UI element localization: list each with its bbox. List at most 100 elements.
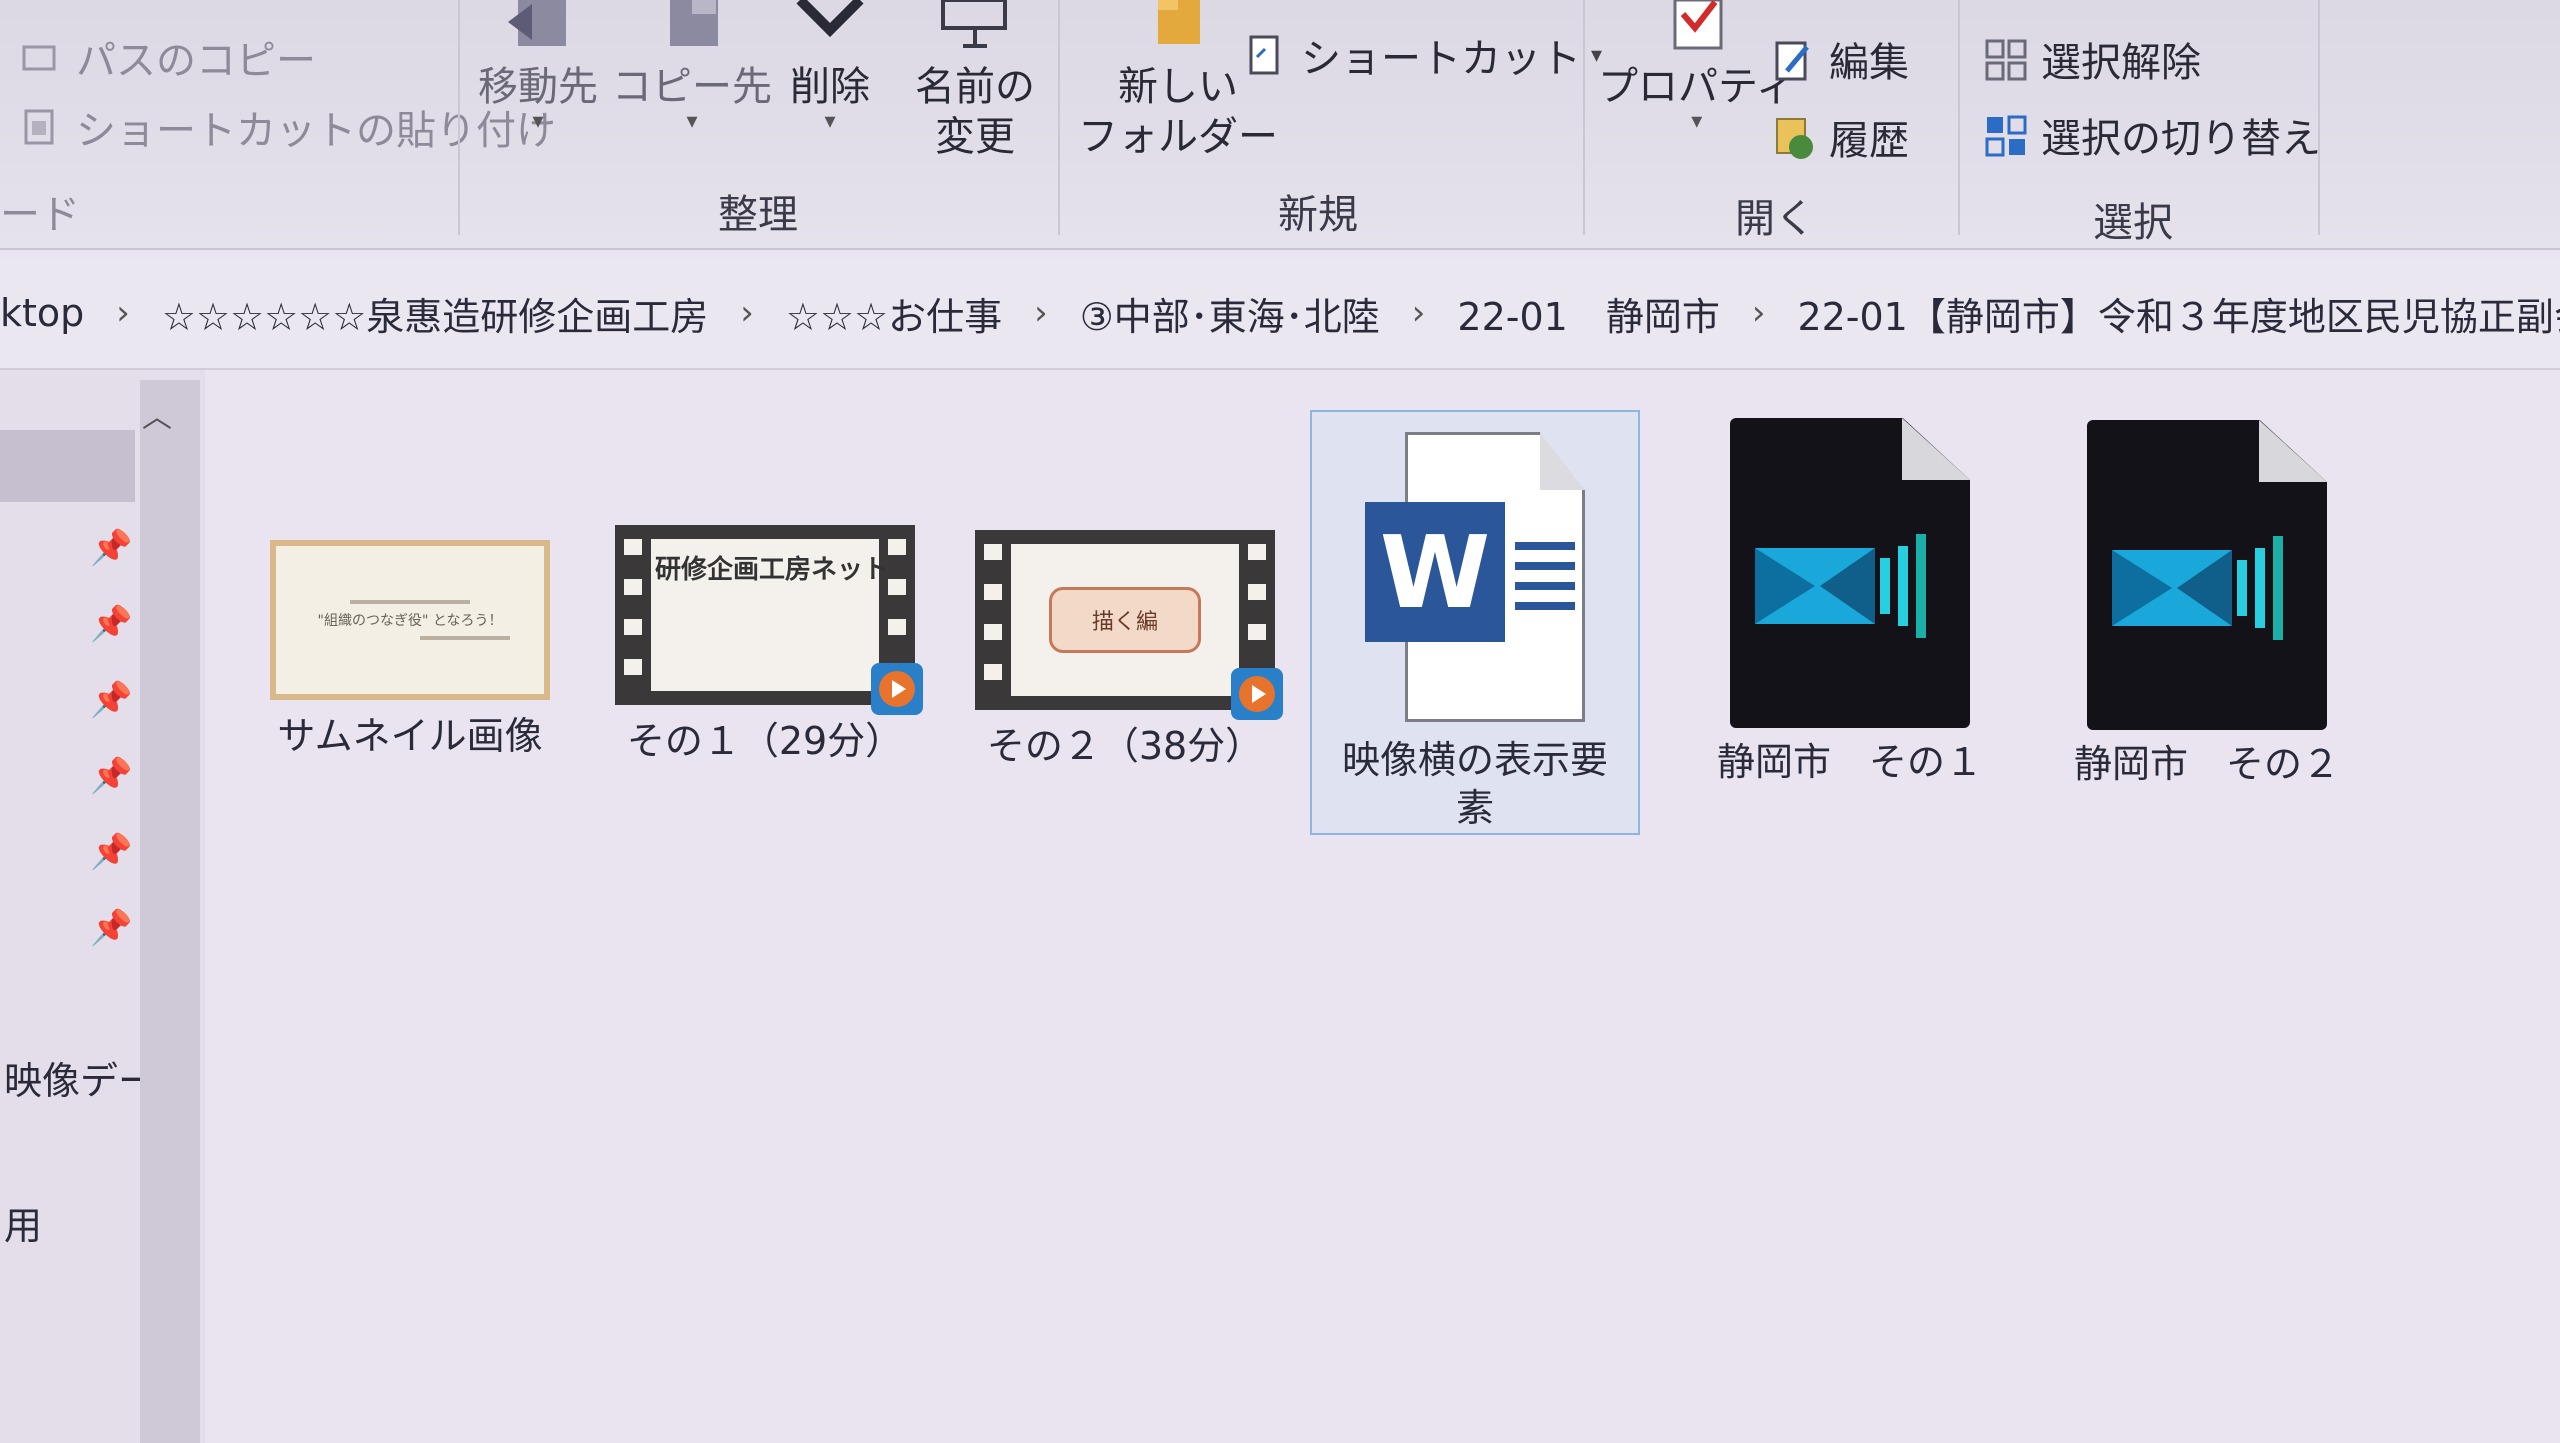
pin-icon[interactable]: 📌 [90, 832, 132, 872]
breadcrumb-chevron-icon[interactable]: › [726, 293, 768, 333]
breadcrumb-item[interactable]: ktop [0, 291, 102, 335]
file-item-video-2[interactable]: 描く編 その２（38分） [965, 530, 1285, 772]
breadcrumb-chevron-icon[interactable]: › [1398, 293, 1440, 333]
file-item-video-1[interactable]: 研修企画工房ネット その１（29分） [605, 525, 925, 767]
film-perf [984, 544, 1002, 560]
copy-path-button[interactable]: パスのコピー [20, 28, 316, 86]
delete-button[interactable]: 削除 ▾ [790, 0, 870, 133]
image-thumbnail: "組織のつなぎ役" となろう！ [270, 540, 550, 700]
doc-line [1515, 582, 1575, 590]
film-perf [984, 584, 1002, 600]
ribbon-separator [2318, 0, 2320, 235]
chevron-down-icon: ▾ [686, 109, 698, 134]
select-group-label: 選択 [2093, 200, 2173, 246]
invert-selection-button[interactable]: 選択の切り替え [1985, 106, 2321, 164]
file-item-word-document[interactable]: W 映像横の表示要 素 [1310, 410, 1640, 835]
word-document-icon: W [1365, 432, 1585, 722]
invert-selection-label: 選択の切り替え [2041, 116, 2321, 162]
edit-button[interactable]: 編集 [1773, 30, 1909, 88]
delete-label: 削除 [790, 64, 870, 110]
pin-icon[interactable]: 📌 [90, 528, 132, 568]
move-to-button[interactable]: 移動先 ▾ [478, 0, 598, 134]
chevron-down-icon: ▾ [532, 109, 544, 134]
properties-button[interactable]: プロパティ ▾ [1598, 0, 1796, 133]
video-editor-logo-icon [1755, 534, 1926, 638]
film-perf [984, 624, 1002, 640]
file-item-thumbnail-image[interactable]: "組織のつなぎ役" となろう！ サムネイル画像 [255, 540, 565, 762]
breadcrumb-item[interactable]: 22-01 静岡市 [1439, 286, 1737, 341]
pin-icon[interactable]: 📌 [90, 756, 132, 796]
film-perf [624, 579, 642, 595]
rename-label-line1: 名前の [915, 64, 1035, 110]
doc-line [1515, 562, 1575, 570]
deselect-label: 選択解除 [2041, 40, 2201, 86]
breadcrumb-chevron-icon[interactable]: › [102, 293, 144, 333]
breadcrumb-item[interactable]: ☆☆☆お仕事 [768, 286, 1020, 341]
properties-label: プロパティ [1598, 64, 1796, 110]
history-button[interactable]: 履歴 [1773, 108, 1909, 166]
breadcrumb-item[interactable]: 22-01【静岡市】令和３年度地区民児協正副会長研 [1779, 286, 2560, 341]
shortcut-icon [1245, 35, 1285, 75]
thumb-text: 研修企画工房ネット [655, 555, 890, 585]
file-list: "組織のつなぎ役" となろう！ サムネイル画像 研修企画工房ネット その１（29… [205, 370, 2560, 1443]
video-frame: 研修企画工房ネット [651, 539, 890, 691]
paste-shortcut-icon [20, 107, 60, 147]
ribbon-separator [1958, 0, 1960, 235]
file-name: その２（38分） [986, 724, 1264, 768]
video-project-file-icon [1730, 418, 1970, 728]
new-folder-label-line1: 新しい [1118, 64, 1238, 110]
deselect-icon [1985, 39, 2027, 81]
copy-to-icon [670, 0, 718, 46]
play-icon [871, 663, 923, 715]
deselect-button[interactable]: 選択解除 [1985, 30, 2201, 88]
edit-icon [1773, 39, 1813, 81]
word-letter: W [1365, 502, 1505, 642]
pin-icon[interactable]: 📌 [90, 604, 132, 644]
breadcrumb-chevron-icon[interactable]: › [1738, 293, 1780, 333]
film-perf [888, 619, 906, 635]
film-perf [624, 619, 642, 635]
nav-item-video-data[interactable]: 映像デー [4, 1050, 156, 1105]
breadcrumb: ktop › ☆☆☆☆☆☆泉惠造研修企画工房 › ☆☆☆お仕事 › ③中部･東海… [0, 258, 2560, 370]
clipboard-group-label: ード [0, 192, 80, 238]
shortcut-button[interactable]: ショートカット ▾ [1245, 26, 1602, 84]
history-icon [1773, 117, 1813, 159]
ribbon-separator [1058, 0, 1060, 235]
rename-icon [941, 0, 1007, 48]
properties-icon [1673, 0, 1723, 50]
copy-to-label: コピー先 [612, 64, 772, 110]
film-perf [624, 539, 642, 555]
pin-icon[interactable]: 📌 [90, 908, 132, 948]
film-perf [1248, 544, 1266, 560]
thumb-text: "組織のつなぎ役" となろう！ [317, 613, 503, 629]
thumb-line [420, 636, 510, 640]
doc-line [1515, 542, 1575, 550]
file-name: 静岡市 その１ [1716, 740, 1983, 784]
nav-selected-item[interactable] [0, 430, 135, 502]
copy-path-icon [20, 37, 60, 77]
rename-button[interactable]: 名前の 変更 [915, 0, 1035, 162]
doc-fold [1540, 432, 1585, 490]
ribbon: パスのコピー ショートカットの貼り付け ード 移動先 ▾ コピー先 ▾ 削除 ▾… [0, 0, 2560, 250]
file-item-video-project-1[interactable]: 静岡市 その１ [1690, 418, 2010, 788]
pin-icon[interactable]: 📌 [90, 680, 132, 720]
nav-item-use[interactable]: 用 [4, 1195, 42, 1250]
breadcrumb-item[interactable]: ☆☆☆☆☆☆泉惠造研修企画工房 [144, 286, 726, 341]
ribbon-separator [458, 0, 460, 235]
scroll-up-icon[interactable]: ︿ [142, 392, 172, 436]
film-perf [888, 539, 906, 555]
video-frame: 描く編 [1011, 544, 1239, 696]
file-item-video-project-2[interactable]: 静岡市 その２ [2047, 420, 2367, 790]
film-perf [624, 659, 642, 675]
doc-line [1515, 602, 1575, 610]
paste-shortcut-button[interactable]: ショートカットの貼り付け [20, 98, 556, 156]
copy-to-button[interactable]: コピー先 ▾ [612, 0, 772, 134]
file-name: 静岡市 その２ [2073, 742, 2340, 786]
organize-group-label: 整理 [718, 192, 798, 238]
move-to-label: 移動先 [478, 64, 598, 110]
breadcrumb-item[interactable]: ③中部･東海･北陸 [1062, 286, 1398, 341]
nav-scrollbar[interactable] [140, 380, 200, 1443]
history-label: 履歴 [1829, 118, 1909, 164]
video-project-file-icon [2087, 420, 2327, 730]
breadcrumb-chevron-icon[interactable]: › [1020, 293, 1062, 333]
